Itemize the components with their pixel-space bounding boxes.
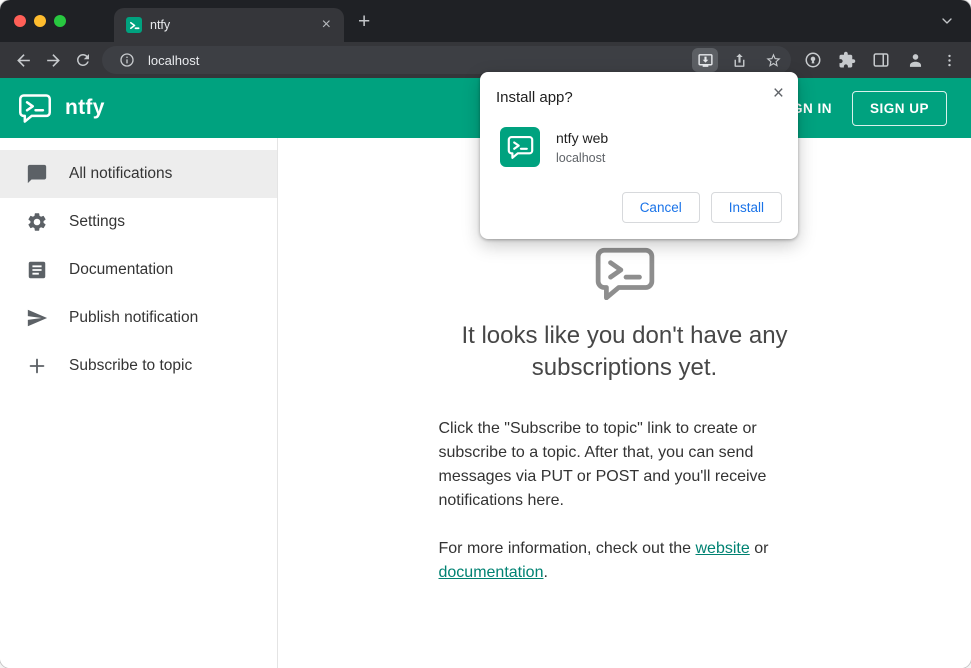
- side-panel-icon[interactable]: [867, 45, 895, 75]
- book-icon: [26, 259, 48, 281]
- browser-window: ntfy × + localhost ntfy SIGN IN SIGN UP …: [0, 0, 971, 668]
- share-icon[interactable]: [726, 48, 752, 72]
- plus-icon: [26, 355, 48, 377]
- install-app-icon[interactable]: [692, 48, 718, 72]
- password-manager-extension-icon[interactable]: [799, 45, 827, 75]
- header-actions: SIGN IN SIGN UP: [778, 90, 947, 126]
- ntfy-logo-icon: [18, 93, 52, 123]
- sidebar-item-documentation[interactable]: Documentation: [0, 246, 277, 294]
- website-link[interactable]: website: [696, 540, 750, 557]
- sidebar-item-label: Settings: [69, 213, 126, 230]
- address-bar[interactable]: localhost: [102, 46, 791, 74]
- sidebar-item-subscribe-to-topic[interactable]: Subscribe to topic: [0, 342, 277, 390]
- sidebar-item-all-notifications[interactable]: All notifications: [0, 150, 277, 198]
- dialog-close-icon[interactable]: ×: [773, 84, 784, 103]
- new-tab-button[interactable]: +: [358, 11, 370, 32]
- dialog-actions: Cancel Install: [496, 192, 782, 223]
- dialog-app-origin: localhost: [556, 150, 606, 165]
- zoom-window-button[interactable]: [54, 15, 66, 27]
- url-text: localhost: [148, 52, 200, 68]
- reload-button[interactable]: [68, 45, 98, 75]
- forward-button[interactable]: [38, 45, 68, 75]
- sign-up-button[interactable]: SIGN UP: [851, 90, 947, 126]
- sidebar-item-label: Publish notification: [69, 309, 199, 326]
- dialog-app-row: ntfy web localhost: [496, 127, 782, 167]
- sidebar-item-label: Subscribe to topic: [69, 357, 193, 374]
- ntfy-brand: ntfy: [18, 93, 105, 123]
- sidebar-item-label: Documentation: [69, 261, 174, 278]
- bookmark-star-icon[interactable]: [760, 48, 786, 72]
- close-window-button[interactable]: [14, 15, 26, 27]
- ntfy-app-icon: [500, 127, 540, 167]
- extensions-puzzle-icon[interactable]: [833, 45, 861, 75]
- chat-bubble-icon: [26, 163, 48, 185]
- tab-search-chevron-icon[interactable]: [939, 13, 955, 29]
- dialog-title: Install app?: [496, 89, 573, 106]
- empty-state-paragraph-2: For more information, check out the webs…: [439, 537, 811, 585]
- install-button[interactable]: Install: [710, 192, 782, 223]
- site-info-icon[interactable]: [114, 48, 140, 72]
- empty-state-heading: It looks like you don't have any subscri…: [461, 322, 788, 382]
- sidebar-item-publish-notification[interactable]: Publish notification: [0, 294, 277, 342]
- dialog-app-info: ntfy web localhost: [556, 130, 608, 165]
- minimize-window-button[interactable]: [34, 15, 46, 27]
- browser-tab[interactable]: ntfy ×: [114, 8, 344, 42]
- app-title: ntfy: [65, 96, 105, 119]
- documentation-link[interactable]: documentation: [439, 564, 544, 581]
- send-icon: [26, 307, 48, 329]
- browser-tab-strip: ntfy × +: [0, 0, 971, 42]
- profile-avatar-icon[interactable]: [901, 45, 929, 75]
- ntfy-terminal-icon: [439, 246, 811, 300]
- tab-title: ntfy: [150, 18, 171, 32]
- paragraph-2-middle: or: [749, 539, 769, 557]
- toolbar-right-cluster: [799, 45, 963, 75]
- tab-close-icon[interactable]: ×: [317, 15, 336, 35]
- paragraph-2-suffix: .: [543, 563, 548, 581]
- traffic-lights: [0, 15, 86, 27]
- sidebar-item-settings[interactable]: Settings: [0, 198, 277, 246]
- sidebar: All notifications Settings Documentation…: [0, 138, 278, 668]
- sidebar-item-label: All notifications: [69, 165, 173, 182]
- back-button[interactable]: [8, 45, 38, 75]
- install-app-dialog: × Install app? ntfy web localhost Cancel…: [480, 72, 798, 239]
- dialog-app-name: ntfy web: [556, 129, 609, 146]
- gear-icon: [26, 211, 48, 233]
- cancel-button[interactable]: Cancel: [621, 192, 700, 223]
- browser-menu-kebab-icon[interactable]: [935, 45, 963, 75]
- ntfy-favicon-icon: [126, 17, 142, 33]
- paragraph-2-prefix: For more information, check out the: [438, 539, 696, 557]
- empty-state-paragraph-1: Click the "Subscribe to topic" link to c…: [438, 419, 767, 509]
